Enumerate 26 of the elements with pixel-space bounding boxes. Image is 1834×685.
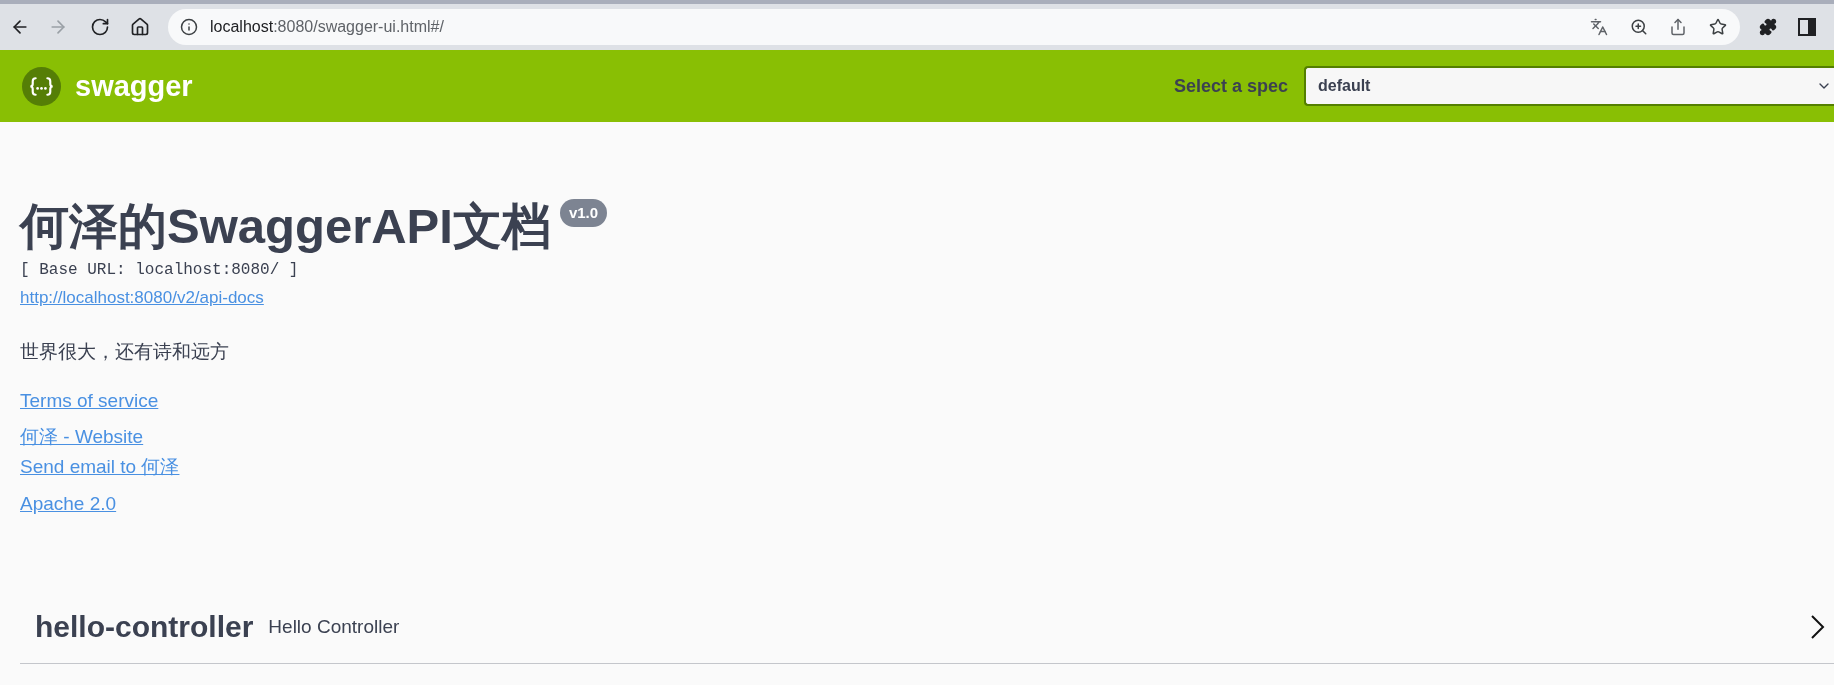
side-panel-icon[interactable] <box>1798 18 1816 36</box>
page-title: 何泽的SwaggerAPI文档 <box>20 198 551 255</box>
contact-link[interactable]: 何泽 - Website <box>20 424 144 450</box>
tag-name[interactable]: hello-controller <box>35 608 254 645</box>
terms-link[interactable]: Terms of service <box>20 388 159 414</box>
star-icon[interactable] <box>1709 18 1727 36</box>
license-link[interactable]: Apache 2.0 <box>20 491 117 517</box>
description-text: 世界很大，还有诗和远方 <box>20 340 229 364</box>
address-bar[interactable]: localhost:8080/swagger-ui.html#/ <box>168 9 1740 45</box>
circular-arrow-icon[interactable] <box>90 17 110 37</box>
zoom-in-icon[interactable] <box>1630 18 1648 36</box>
spec-select[interactable]: default <box>1304 66 1834 106</box>
spec-label: Select a spec <box>1173 75 1288 97</box>
puzzle-icon[interactable] <box>1759 18 1777 36</box>
chevron-right-icon[interactable] <box>1811 614 1825 639</box>
translate-icon[interactable] <box>1590 18 1608 36</box>
braces-logo-icon[interactable] <box>22 66 61 106</box>
base-url-text: [ Base URL: localhost:8080/ ] <box>20 260 299 280</box>
contact-link[interactable]: Send email to 何泽 <box>20 454 180 480</box>
api-docs-link[interactable]: http://localhost:8080/v2/api-docs <box>20 288 264 308</box>
share-icon[interactable] <box>1669 18 1687 36</box>
tag-description: Hello Controller <box>268 614 400 639</box>
info-icon[interactable] <box>180 18 198 36</box>
version-badge: v1.0 <box>559 199 608 227</box>
logo-text[interactable]: swagger <box>75 69 193 103</box>
house-icon[interactable] <box>130 17 150 37</box>
